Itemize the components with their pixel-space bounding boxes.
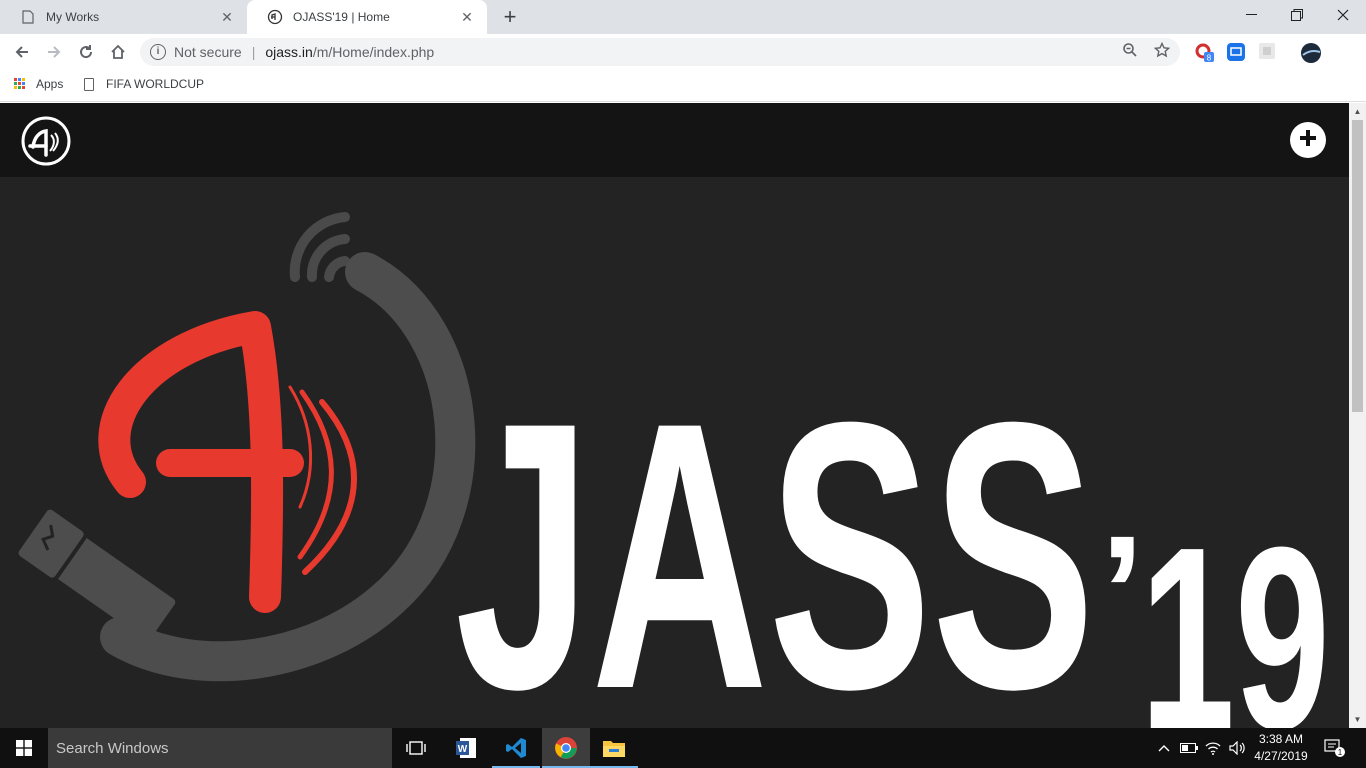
windows-taskbar: Search Windows W 3:38 AM 4/27/2019 1 (0, 728, 1366, 768)
ojass-wordmark: JASS ’ 19 (455, 343, 1330, 728)
page-icon (84, 77, 94, 91)
clock-time: 3:38 AM (1258, 732, 1304, 746)
bookmarks-bar: Apps FIFA WORLDCUP (0, 70, 1366, 102)
taskbar-search-box[interactable]: Search Windows (48, 728, 392, 768)
search-placeholder: Search Windows (56, 739, 169, 757)
hero-banner: JASS ’ 19 (0, 177, 1349, 728)
home-button[interactable] (104, 38, 132, 66)
bookmark-label: Apps (36, 77, 64, 91)
wordmark-apostrophe: ’ (1100, 502, 1144, 681)
bookmark-apps[interactable]: Apps (14, 77, 63, 91)
wordmark-main: JASS (455, 343, 1095, 728)
forward-button[interactable] (40, 38, 68, 66)
reload-button[interactable] (72, 38, 100, 66)
vscode-icon[interactable] (492, 728, 540, 768)
start-button[interactable] (0, 728, 48, 768)
close-tab-icon[interactable]: ✕ (219, 9, 235, 25)
profile-avatar[interactable] (1300, 42, 1321, 63)
url-path: /m/Home/index.php (312, 44, 435, 60)
ojass-hero-logo: JASS ’ 19 (14, 212, 1330, 728)
cast-extension-icon[interactable] (1226, 42, 1246, 62)
tab-strip: My Works ✕ OJASS'19 | Home ✕ + (0, 0, 1366, 34)
opera-extension-icon[interactable]: 8 (1194, 42, 1214, 63)
site-info-icon[interactable]: i (150, 44, 166, 60)
chrome-icon[interactable] (542, 728, 590, 768)
address-separator: | (251, 44, 256, 60)
minimize-button[interactable] (1228, 0, 1274, 30)
scrollbar-thumb[interactable] (1352, 120, 1363, 412)
page-viewport: JASS ’ 19 (0, 103, 1349, 728)
scroll-down-arrow-icon[interactable]: ▼ (1349, 711, 1366, 728)
taskbar-clock[interactable]: 3:38 AM 4/27/2019 (1248, 731, 1314, 765)
page-icon (20, 9, 36, 25)
logo-red-swirls (288, 385, 357, 575)
grey-extension-icon[interactable] (1258, 42, 1278, 62)
page-scrollbar[interactable]: ▲ ▼ (1349, 103, 1366, 728)
file-explorer-icon[interactable] (590, 728, 638, 768)
close-window-button[interactable] (1320, 0, 1366, 30)
address-bar[interactable]: i Not secure | ojass.in/m/Home/index.php (140, 38, 1180, 66)
ojass-monogram-logo[interactable] (20, 115, 72, 167)
apps-grid-icon (14, 78, 26, 90)
security-label: Not secure (174, 44, 242, 60)
back-button[interactable] (8, 38, 36, 66)
action-center-icon[interactable]: 1 (1320, 728, 1350, 768)
task-view-icon[interactable] (392, 728, 440, 768)
svg-text:W: W (458, 744, 468, 755)
bookmark-label: FIFA WORLDCUP (106, 77, 205, 91)
wordmark-year: 19 (1140, 494, 1330, 728)
word-icon[interactable]: W (442, 728, 490, 768)
menu-toggle-button[interactable] (1290, 122, 1326, 158)
plus-icon (1298, 128, 1318, 153)
site-header (0, 103, 1349, 177)
wifi-waves (289, 212, 350, 282)
extension-badge: 8 (1207, 54, 1212, 63)
windows-logo-icon (16, 740, 32, 756)
bookmark-star-icon[interactable] (1152, 41, 1172, 62)
battery-icon[interactable] (1178, 728, 1200, 768)
ojass-favicon-icon (267, 9, 283, 25)
clock-date: 4/27/2019 (1254, 749, 1308, 763)
tab-my-works[interactable]: My Works ✕ (0, 0, 247, 34)
bookmark-fifa-worldcup[interactable]: FIFA WORLDCUP (84, 77, 204, 91)
show-hidden-icons-chevron-icon[interactable] (1154, 728, 1174, 768)
browser-toolbar: i Not secure | ojass.in/m/Home/index.php… (0, 34, 1366, 70)
notification-count: 1 (1338, 748, 1343, 757)
tab-title: OJASS'19 | Home (293, 10, 390, 24)
url-host: ojass.in (265, 44, 313, 60)
tab-title: My Works (46, 10, 100, 24)
close-tab-icon[interactable]: ✕ (459, 9, 475, 25)
scroll-up-arrow-icon[interactable]: ▲ (1349, 103, 1366, 120)
volume-icon[interactable] (1226, 728, 1248, 768)
usb-plug (14, 505, 176, 641)
zoom-icon[interactable] (1120, 42, 1140, 62)
restore-button[interactable] (1274, 0, 1320, 30)
wifi-icon[interactable] (1202, 728, 1224, 768)
new-tab-button[interactable]: + (497, 4, 523, 30)
tab-ojass-home[interactable]: OJASS'19 | Home ✕ (247, 0, 487, 34)
